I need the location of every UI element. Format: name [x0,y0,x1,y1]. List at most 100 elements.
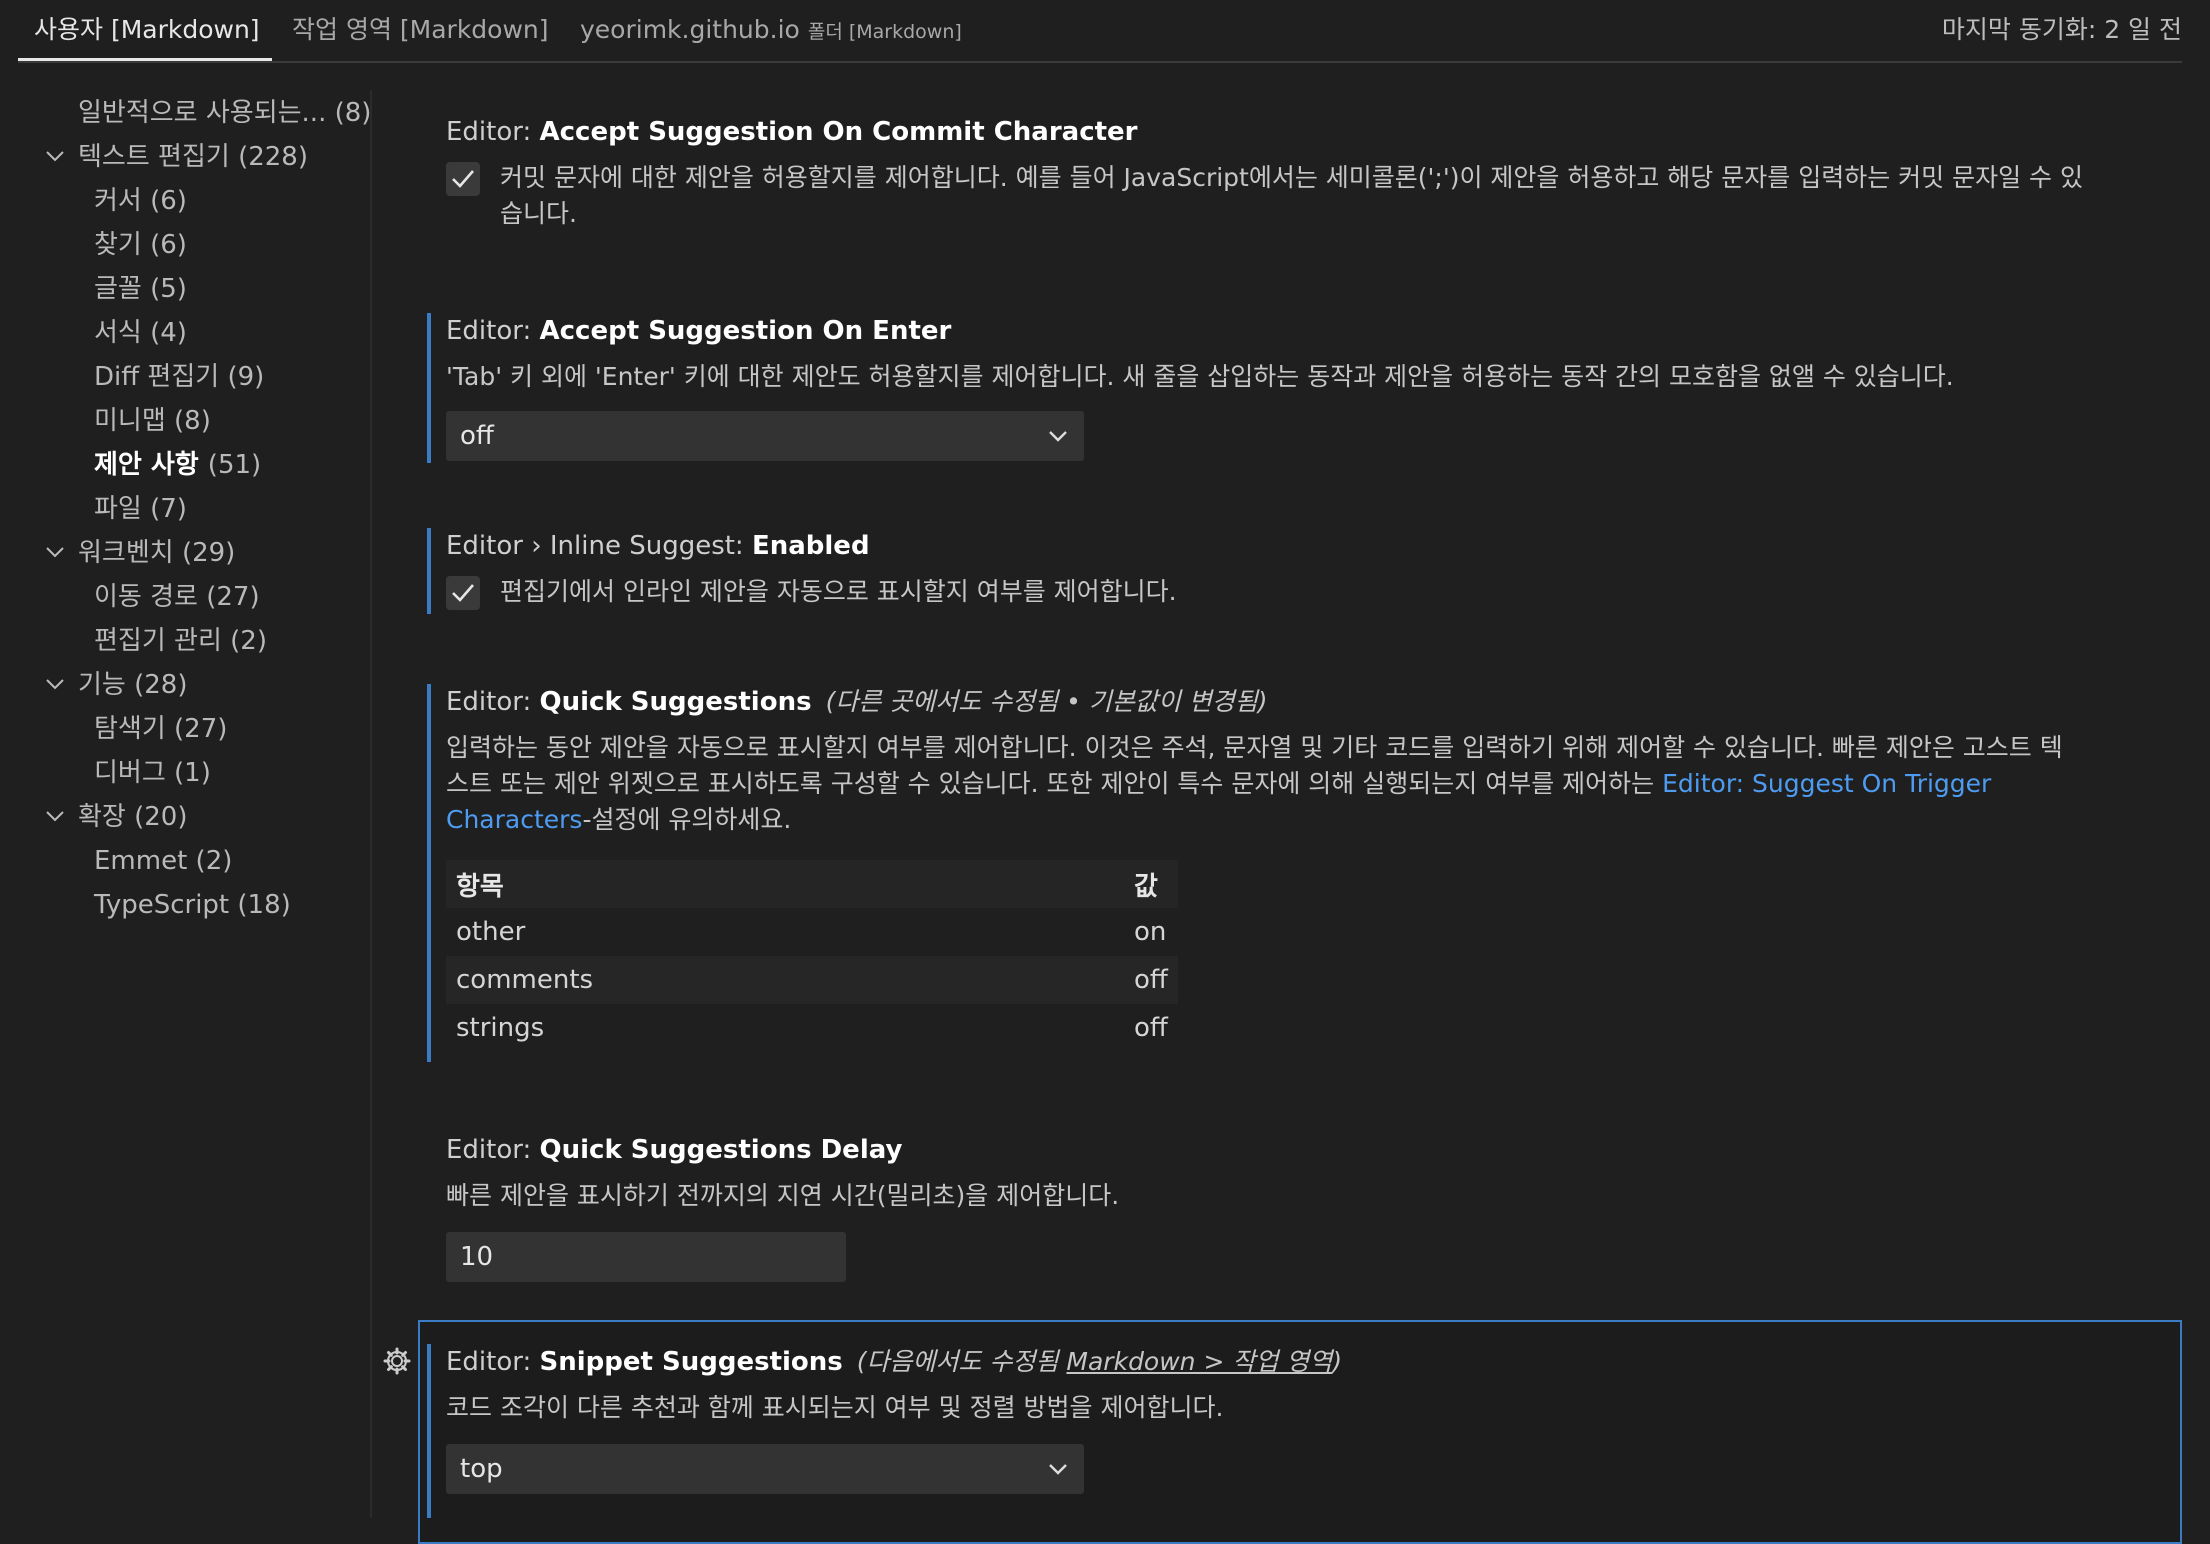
table-row[interactable]: comments off [446,956,1178,1004]
toc-count: (8) [174,406,211,436]
toc-count: (27) [206,582,260,612]
toc-count: (28) [134,670,188,700]
tab-workspace[interactable]: 작업 영역 [Markdown] [292,12,549,48]
description-line: Characters-설정에 유의하세요. [446,802,2182,838]
toc-minimap[interactable]: 미니맵 (8) [94,401,211,441]
on-enter-dropdown[interactable]: off [446,411,1084,461]
toc-emmet[interactable]: Emmet (2) [94,841,232,881]
setting-title: Editor › Inline Suggest: Enabled [446,528,870,564]
chevron-down-icon [1049,431,1067,442]
dropdown-value: top [460,1454,503,1484]
toc-formatting[interactable]: 서식 (4) [94,313,187,353]
dropdown-value: off [460,421,494,451]
toc-count: (9) [227,362,265,392]
delay-input[interactable]: 10 [446,1232,846,1282]
toc-label: Diff 편집기 [94,362,220,392]
chevron-down-icon[interactable] [44,145,66,167]
table-cell-key: comments [446,956,1124,1004]
note-text: (다음에서도 수정됨 [856,1347,1067,1376]
toc-suggestions[interactable]: 제안 사항 (51) [94,445,261,485]
chevron-down-icon[interactable] [44,673,66,695]
toc-diff-editor[interactable]: Diff 편집기 (9) [94,357,264,397]
table-header-item: 항목 [446,860,1124,908]
toc-label: 워크벤치 [78,538,174,568]
suggest-on-trigger-characters-link[interactable]: Editor: Suggest On Trigger [1662,769,1991,798]
checkmark-icon [452,170,474,188]
setting-category: Editor: [446,316,540,346]
toc-files[interactable]: 파일 (7) [94,489,187,529]
toc-debug[interactable]: 디버그 (1) [94,753,211,793]
toc-label: 제안 사항 [94,450,199,480]
toc-extensions[interactable]: 확장 (20) [78,797,187,837]
toc-find[interactable]: 찾기 (6) [94,225,187,265]
table-header-value: 값 [1124,860,1178,908]
setting-name: Accept Suggestion On Commit Character [539,117,1138,147]
setting-category: Editor › Inline Suggest: [446,531,752,561]
quick-suggestions-table: 항목 값 other on comments off strings off [446,860,1178,1052]
setting-category: Editor: [446,117,540,147]
chevron-down-icon[interactable] [44,541,66,563]
toc-label: 서식 [94,318,142,348]
toc-count: (18) [237,890,291,920]
table-cell-value: off [1124,956,1178,1004]
table-cell-value: off [1134,1013,1168,1043]
active-tab-indicator [18,58,272,61]
checkmark-icon [452,584,474,602]
setting-title: Editor: Accept Suggestion On Enter [446,313,951,349]
suggest-on-trigger-characters-link[interactable]: Characters [446,805,582,834]
setting-name: Enabled [751,531,870,561]
gear-icon[interactable] [382,1346,412,1376]
note-text: ) [1332,1347,1343,1376]
toc-font[interactable]: 글꼴 (5) [94,269,187,309]
toc-count: (5) [150,274,187,304]
table-row[interactable]: strings off [446,1004,1178,1052]
toc-label: 커서 [94,186,142,216]
chevron-down-icon[interactable] [44,805,66,827]
toc-count: (228) [238,142,308,172]
toc-count: (4) [150,318,187,348]
toc-count: (1) [174,758,211,788]
toc-label: 미니맵 [94,406,166,436]
toc-text-editor[interactable]: 텍스트 편집기 (228) [78,137,308,177]
toc-label: 일반적으로 사용되는... [78,98,327,128]
setting-category: Editor: [446,687,540,717]
setting-title: Editor: Snippet Suggestions (다음에서도 수정됨 Ma… [446,1344,1342,1380]
sync-status: 마지막 동기화: 2 일 전 [1941,15,2182,44]
tab-folder-sub: 폴더 [Markdown] [807,21,962,43]
sidebar-divider [370,90,372,1518]
setting-title: Editor: Quick Suggestions Delay [446,1132,902,1168]
setting-name: Accept Suggestion On Enter [539,316,952,346]
tab-folder[interactable]: yeorimk.github.io 폴더 [Markdown] [580,12,962,48]
setting-description: 'Tab' 키 외에 'Enter' 키에 대한 제안도 허용할지를 제어합니다… [446,362,1954,391]
table-row[interactable]: other on [446,908,1178,956]
tab-user[interactable]: 사용자 [Markdown] [34,12,260,48]
snippet-suggestions-dropdown[interactable]: top [446,1444,1084,1494]
workspace-scope-link[interactable]: Markdown > 작업 영역 [1066,1347,1332,1376]
setting-inline-suggest-enabled: Editor › Inline Suggest: Enabled 편집기에서 인… [427,528,2182,614]
toc-typescript[interactable]: TypeScript (18) [94,885,291,925]
description-line: 습니다. [500,199,577,228]
toc-editor-management[interactable]: 편집기 관리 (2) [94,621,267,661]
commit-char-checkbox[interactable] [446,162,480,196]
description-text: -설정에 유의하세요. [582,805,792,834]
toc-workbench[interactable]: 워크벤치 (29) [78,533,235,573]
modified-elsewhere-note: (다음에서도 수정됨 Markdown > 작업 영역) [857,1347,1342,1376]
toc-features[interactable]: 기능 (28) [78,665,187,705]
chevron-down-icon [1049,1464,1067,1475]
table-cell-key: other [456,917,526,947]
description-line: 스트 또는 제안 위젯으로 표시하도록 구성할 수 있습니다. 또한 제안이 특… [446,766,2182,802]
setting-accept-suggestion-commit-char: Editor: Accept Suggestion On Commit Char… [428,114,2182,234]
toc-breadcrumbs[interactable]: 이동 경로 (27) [94,577,260,617]
toc-label: 텍스트 편집기 [78,142,230,172]
toc-label: 기능 [78,670,126,700]
setting-quick-suggestions-delay: Editor: Quick Suggestions Delay 빠른 제안을 표… [428,1132,2182,1282]
toc-explorer[interactable]: 탐색기 (27) [94,709,227,749]
setting-category: Editor: [446,1135,540,1165]
toc-cursor[interactable]: 커서 (6) [94,181,187,221]
setting-name: Quick Suggestions Delay [539,1135,903,1165]
toc-count: (7) [150,494,187,524]
toc-commonly-used[interactable]: 일반적으로 사용되는... (8) [78,93,371,133]
settings-scope-tabs: 사용자 [Markdown] 작업 영역 [Markdown] yeorimk.… [18,0,2182,63]
inline-suggest-checkbox[interactable] [446,576,480,610]
toc-count: (27) [174,714,228,744]
